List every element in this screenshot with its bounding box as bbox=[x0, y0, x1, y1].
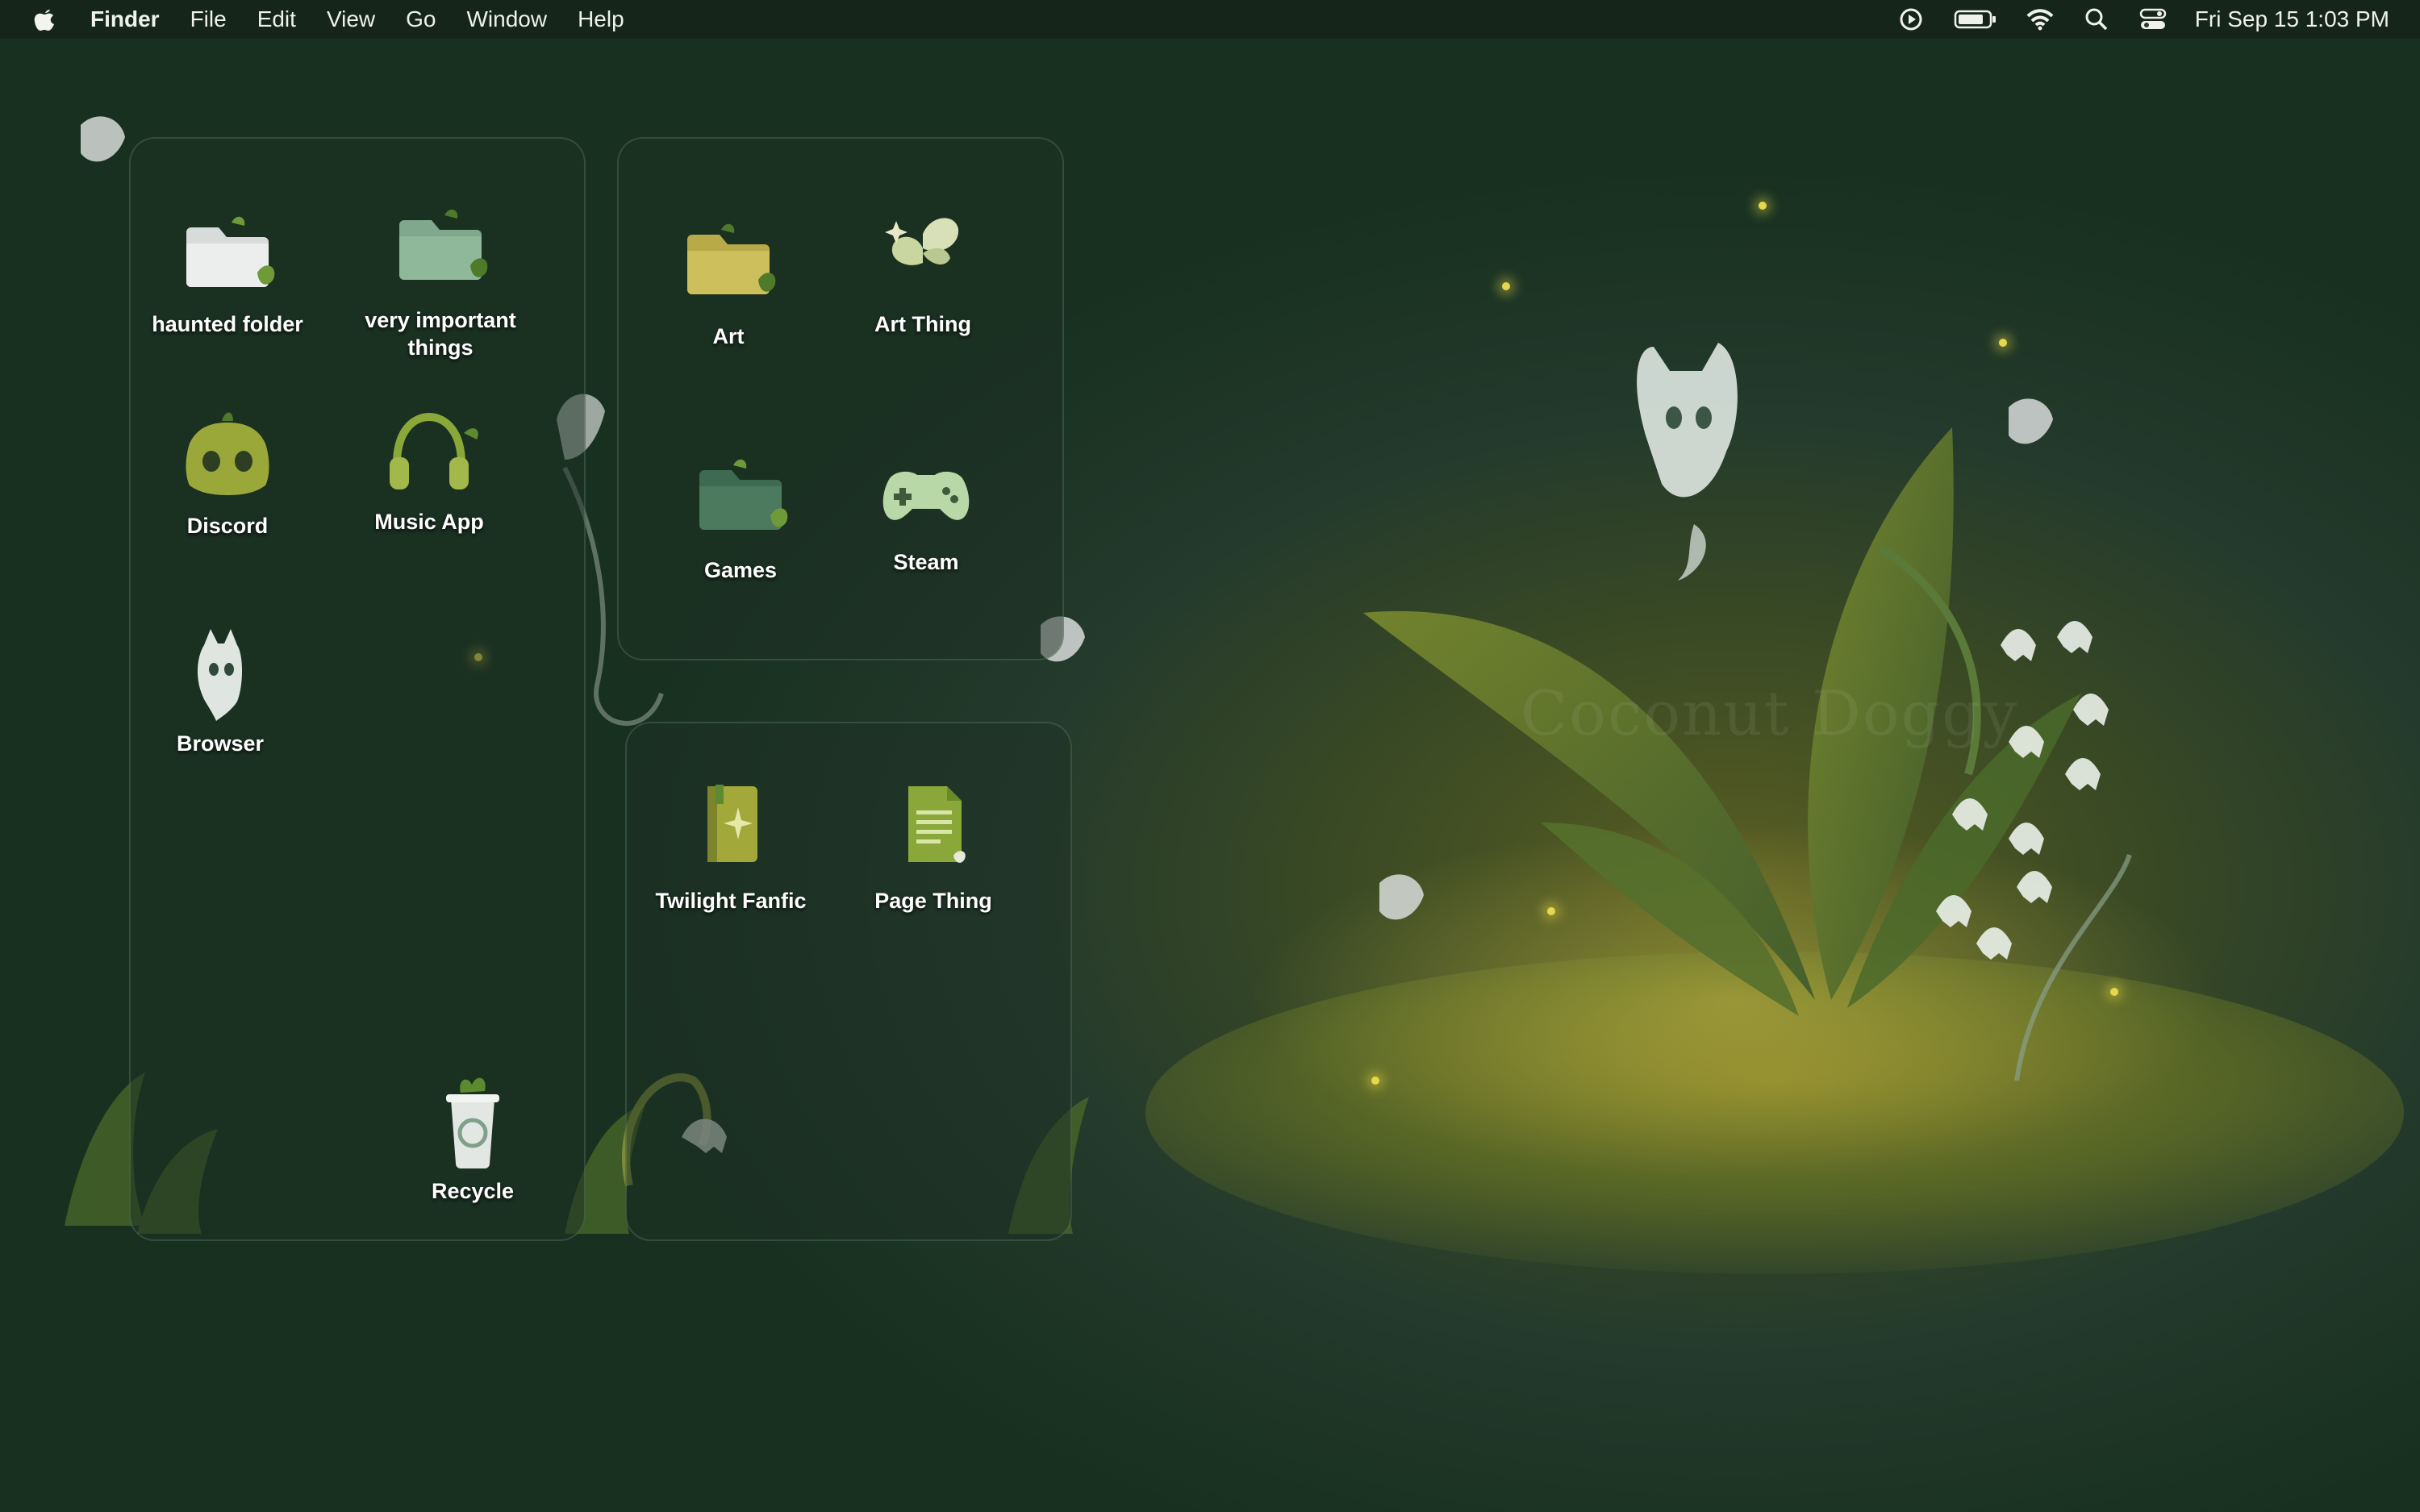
headphones-icon bbox=[390, 412, 478, 489]
ghost-icon bbox=[197, 629, 242, 721]
menu-edit[interactable]: Edit bbox=[257, 6, 296, 32]
desktop-icon-recycle[interactable]: Recycle bbox=[376, 1068, 570, 1205]
icon-label: Recycle bbox=[431, 1179, 515, 1203]
folder-icon bbox=[399, 209, 488, 280]
apple-logo-icon[interactable] bbox=[31, 5, 60, 34]
battery-icon[interactable] bbox=[1953, 5, 1998, 34]
menu-clock[interactable]: Fri Sep 15 1:03 PM bbox=[2195, 6, 2389, 32]
search-icon[interactable] bbox=[2082, 5, 2111, 34]
discord-icon bbox=[186, 412, 269, 495]
firefly bbox=[1547, 907, 1555, 915]
icon-label: haunted folder bbox=[152, 312, 303, 336]
menu-bar: Finder File Edit View Go Window Help Fri… bbox=[0, 0, 2420, 39]
folder-icon bbox=[687, 223, 776, 294]
play-circle-icon[interactable] bbox=[1896, 5, 1926, 34]
folder-icon bbox=[699, 459, 788, 530]
ghost-spirit bbox=[1637, 343, 1738, 581]
icon-label: Art Thing bbox=[874, 312, 971, 336]
folder-icon bbox=[186, 216, 275, 287]
control-center-icon[interactable] bbox=[2138, 5, 2168, 34]
menu-file[interactable]: File bbox=[190, 6, 227, 32]
desktop-icon-twilight-fanfic[interactable]: Twilight Fanfic bbox=[634, 778, 828, 914]
desktop-icon-browser[interactable]: Browser bbox=[123, 621, 317, 757]
menu-help[interactable]: Help bbox=[578, 6, 624, 32]
firefly bbox=[2110, 988, 2118, 996]
menu-window[interactable]: Window bbox=[466, 6, 547, 32]
icon-label: Music App bbox=[374, 510, 484, 534]
wallpaper-watermark: Coconut Doggy bbox=[1521, 677, 2019, 749]
desktop-icon-discord[interactable]: Discord bbox=[131, 403, 324, 539]
menu-app-name[interactable]: Finder bbox=[90, 6, 160, 32]
firefly bbox=[1502, 282, 1510, 290]
icon-label: Art bbox=[712, 324, 745, 348]
desktop-icon-page-thing[interactable]: Page Thing bbox=[837, 778, 1030, 914]
document-icon bbox=[908, 786, 966, 863]
menu-go[interactable]: Go bbox=[406, 6, 436, 32]
icon-label: Steam bbox=[893, 550, 959, 574]
desktop-icon-games[interactable]: Games bbox=[644, 448, 837, 584]
desktop-icon-steam[interactable]: Steam bbox=[829, 439, 1023, 576]
wifi-icon[interactable] bbox=[2026, 5, 2055, 34]
desktop: Coconut Doggy haunted folder very import… bbox=[0, 0, 2420, 1512]
icon-label: Page Thing bbox=[874, 889, 992, 913]
gamepad-icon bbox=[882, 471, 970, 520]
desktop-icon-haunted-folder[interactable]: haunted folder bbox=[131, 202, 324, 338]
icon-label: very important things bbox=[365, 308, 516, 360]
desktop-icon-music-app[interactable]: Music App bbox=[332, 399, 526, 535]
recycle-bin-icon bbox=[446, 1077, 499, 1168]
firefly bbox=[1999, 339, 2007, 347]
menu-view[interactable]: View bbox=[327, 6, 375, 32]
icon-label: Discord bbox=[186, 514, 269, 538]
butterfly-icon bbox=[885, 218, 959, 265]
icon-label: Games bbox=[703, 558, 778, 582]
firefly bbox=[1371, 1077, 1379, 1085]
book-icon bbox=[707, 785, 757, 862]
desktop-icon-art[interactable]: Art bbox=[632, 214, 825, 350]
icon-label: Twilight Fanfic bbox=[655, 889, 807, 913]
desktop-icon-very-important-things[interactable]: very important things bbox=[344, 198, 537, 361]
firefly bbox=[1759, 202, 1767, 210]
desktop-icon-art-thing[interactable]: Art Thing bbox=[826, 202, 1020, 338]
icon-label: Browser bbox=[176, 731, 265, 756]
